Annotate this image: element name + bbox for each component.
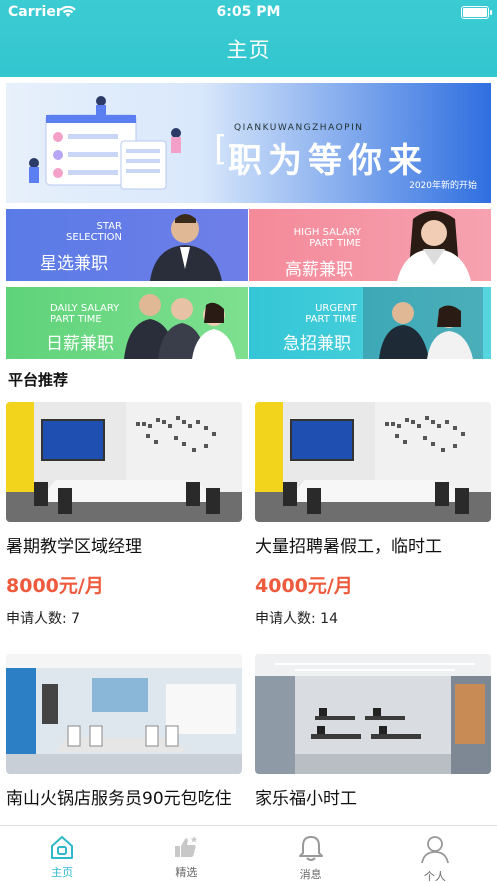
person-icon	[420, 836, 449, 864]
person-photo-icon	[397, 211, 471, 281]
job-card[interactable]: 暑期教学区域经理 8000元/月 申请人数: 7	[6, 402, 242, 628]
meeting-room-image	[255, 402, 491, 522]
status-time: 6:05 PM	[216, 4, 281, 20]
tile-en-line2: PART TIME	[305, 314, 357, 325]
job-card[interactable]: 大量招聘暑假工，临时工 4000元/月 申请人数: 14	[255, 402, 491, 628]
job-photo	[6, 654, 242, 774]
job-applicants: 申请人数: 7	[6, 611, 81, 627]
tile-label: 高薪兼职	[285, 260, 353, 280]
job-salary: 8000元/月	[6, 575, 104, 597]
person-photo-icon	[150, 214, 222, 281]
banner-slogan: 职为等你来	[228, 141, 428, 181]
job-card[interactable]: 南山火锅店服务员90元包吃住	[6, 654, 242, 811]
battery-icon	[461, 6, 492, 19]
bracket-decoration: [	[214, 129, 228, 169]
tab-profile[interactable]: 个人	[373, 826, 497, 883]
tile-en-line2: PART TIME	[50, 314, 102, 325]
tile-en-line2: PART TIME	[309, 238, 361, 249]
tab-featured[interactable]: 精选	[124, 826, 248, 883]
tile-daily-salary[interactable]: DAILY SALARY PART TIME 日薪兼职	[6, 287, 248, 359]
section-title: 平台推荐	[8, 371, 69, 389]
tab-label: 精选	[175, 866, 198, 879]
page-title: 主页	[226, 38, 271, 62]
tab-home[interactable]: 主页	[0, 826, 124, 883]
bottom-tab-bar: 主页 精选 消息 个人	[0, 825, 497, 883]
job-title: 暑期教学区域经理	[6, 537, 142, 557]
tile-en-line1: STAR	[96, 221, 122, 232]
job-salary: 4000元/月	[255, 575, 353, 597]
tile-en-line1: URGENT	[315, 303, 357, 314]
tile-urgent[interactable]: URGENT PART TIME 急招兼职	[249, 287, 491, 359]
job-card[interactable]: 家乐福小时工	[255, 654, 491, 811]
people-photo-icon	[363, 287, 483, 359]
tab-label: 个人	[423, 870, 446, 883]
thumbs-up-icon	[175, 836, 198, 857]
app-header: Carrier 6:05 PM 主页	[0, 0, 497, 77]
home-icon	[51, 836, 74, 859]
banner-pinyin: QIANKUWANGZHAOPIN	[234, 123, 364, 133]
tile-en-line1: DAILY SALARY	[50, 303, 120, 314]
job-photo	[6, 402, 242, 522]
job-title: 家乐福小时工	[255, 789, 357, 809]
recruitment-illustration	[29, 96, 181, 190]
job-photo	[255, 402, 491, 522]
job-applicants: 申请人数: 14	[255, 611, 338, 627]
tile-star-selection[interactable]: STAR SELECTION 星选兼职	[6, 209, 248, 281]
bell-icon	[298, 836, 323, 861]
office-image	[255, 654, 491, 774]
status-bar: Carrier 6:05 PM	[0, 4, 497, 24]
tile-label: 急招兼职	[283, 334, 351, 354]
tab-label: 主页	[51, 866, 74, 879]
job-photo	[255, 654, 491, 774]
tile-en-line1: HIGH SALARY	[293, 227, 361, 238]
tile-label: 星选兼职	[40, 254, 108, 274]
meeting-room-image	[6, 402, 242, 522]
tab-messages[interactable]: 消息	[249, 826, 373, 883]
tile-label: 日薪兼职	[46, 334, 114, 354]
job-title: 南山火锅店服务员90元包吃住	[6, 789, 232, 809]
tile-en-line2: SELECTION	[66, 232, 122, 243]
tile-high-salary[interactable]: HIGH SALARY PART TIME 高薪兼职	[249, 209, 491, 281]
conference-room-image	[6, 654, 242, 774]
hero-banner[interactable]: QIANKUWANGZHAOPIN 职为等你来 [ 2020年新的开始	[6, 83, 491, 203]
job-title: 大量招聘暑假工，临时工	[255, 537, 442, 557]
people-photo-icon	[124, 294, 236, 359]
banner-subtitle: 2020年新的开始	[409, 181, 477, 191]
tab-label: 消息	[299, 868, 322, 881]
